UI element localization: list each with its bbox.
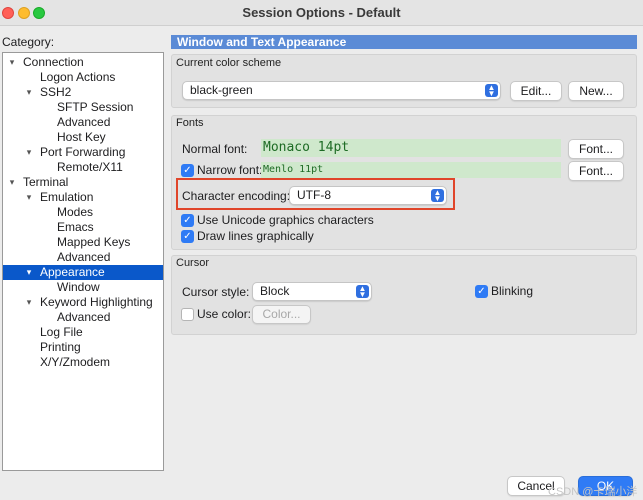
narrow-font-checkbox[interactable]: ✓ bbox=[181, 164, 194, 177]
tree-item-label: Log File bbox=[40, 325, 83, 339]
narrow-font-button[interactable]: Font... bbox=[568, 161, 624, 181]
cursor-group: Cursor Cursor style: Block ▲ ▼ ✓ Blinking… bbox=[171, 255, 637, 335]
tree-item[interactable]: Log File bbox=[3, 325, 163, 340]
window-title: Session Options - Default bbox=[242, 5, 401, 20]
tree-item-label: SFTP Session bbox=[57, 100, 134, 114]
tree-item[interactable]: Emacs bbox=[3, 220, 163, 235]
tree-item[interactable]: ▾ Keyword Highlighting bbox=[3, 295, 163, 310]
select-stepper-icon: ▲ ▼ bbox=[356, 285, 369, 299]
category-label: Category: bbox=[2, 35, 55, 49]
tree-item-label: X/Y/Zmodem bbox=[40, 355, 111, 369]
tree-item-label: Keyword Highlighting bbox=[40, 295, 153, 309]
tree-item[interactable]: Modes bbox=[3, 205, 163, 220]
tree-item[interactable]: Window bbox=[3, 280, 163, 295]
tree-item-label: Advanced bbox=[57, 115, 111, 129]
section-header: Window and Text Appearance bbox=[171, 35, 637, 49]
tree-item[interactable]: Advanced bbox=[3, 250, 163, 265]
tree-item-label: Logon Actions bbox=[40, 70, 116, 84]
tree-item-label: Printing bbox=[40, 340, 81, 354]
tree-item-label: Emulation bbox=[40, 190, 94, 204]
color-scheme-value: black-green bbox=[190, 83, 253, 97]
draw-lines-label: Draw lines graphically bbox=[197, 229, 314, 243]
chevron-down-icon[interactable]: ▾ bbox=[7, 175, 17, 190]
tree-item[interactable]: Mapped Keys bbox=[3, 235, 163, 250]
character-encoding-value: UTF-8 bbox=[297, 188, 331, 202]
close-window-button[interactable] bbox=[2, 7, 14, 19]
tree-item[interactable]: Printing bbox=[3, 340, 163, 355]
chevron-down-icon[interactable]: ▾ bbox=[24, 145, 34, 160]
new-scheme-button[interactable]: New... bbox=[568, 81, 624, 101]
cursor-style-value: Block bbox=[260, 284, 290, 298]
zoom-window-button[interactable] bbox=[33, 7, 45, 19]
tree-item[interactable]: ▾ Port Forwarding bbox=[3, 145, 163, 160]
narrow-font-field: Menlo 11pt bbox=[261, 162, 561, 178]
tree-item-label: SSH2 bbox=[40, 85, 72, 99]
unicode-graphics-label: Use Unicode graphics characters bbox=[197, 213, 374, 227]
chevron-down-icon[interactable]: ▾ bbox=[24, 295, 34, 310]
tree-item[interactable]: ▾ SSH2 bbox=[3, 85, 163, 100]
tree-item[interactable]: SFTP Session bbox=[3, 100, 163, 115]
category-tree[interactable]: ▾ Connection Logon Actions ▾ SSH2 SFTP Sessio… bbox=[2, 52, 164, 471]
tree-item-label: Modes bbox=[57, 205, 94, 219]
cursor-style-label: Cursor style: bbox=[182, 285, 250, 299]
normal-font-field: Monaco 14pt bbox=[261, 139, 561, 157]
color-scheme-select[interactable]: black-green ▲ ▼ bbox=[182, 81, 501, 100]
tree-item-label: Advanced bbox=[57, 250, 111, 264]
fonts-title: Fonts bbox=[176, 117, 204, 129]
tree-item-label: Appearance bbox=[40, 265, 105, 279]
blinking-label: Blinking bbox=[491, 284, 534, 298]
narrow-font-label: Narrow font: bbox=[197, 163, 263, 177]
cursor-title: Cursor bbox=[176, 257, 210, 269]
minimize-window-button[interactable] bbox=[18, 7, 30, 19]
tree-item-label: Mapped Keys bbox=[57, 235, 131, 249]
tree-item-label: Window bbox=[57, 280, 100, 294]
watermark: CSDN @卡瑞小洋 bbox=[548, 486, 638, 498]
fonts-group: Fonts Normal font: Monaco 14pt Font... ✓… bbox=[171, 115, 637, 250]
tree-item[interactable]: Advanced bbox=[3, 115, 163, 130]
character-encoding-label: Character encoding: bbox=[182, 189, 291, 203]
select-stepper-icon: ▲ ▼ bbox=[431, 189, 444, 203]
chevron-down-icon[interactable]: ▾ bbox=[24, 190, 34, 205]
tree-item[interactable]: ▾ Connection bbox=[3, 55, 163, 70]
normal-font-button[interactable]: Font... bbox=[568, 139, 624, 159]
tree-item[interactable]: Remote/X11 bbox=[3, 160, 163, 175]
tree-item[interactable]: X/Y/Zmodem bbox=[3, 355, 163, 370]
tree-item-label: Emacs bbox=[57, 220, 94, 234]
use-color-checkbox[interactable] bbox=[181, 308, 194, 321]
color-scheme-title: Current color scheme bbox=[176, 57, 282, 69]
title-bar: Session Options - Default bbox=[0, 0, 643, 26]
tree-item[interactable]: Host Key bbox=[3, 130, 163, 145]
tree-item-label: Terminal bbox=[23, 175, 69, 189]
character-encoding-select[interactable]: UTF-8 ▲ ▼ bbox=[289, 186, 447, 205]
chevron-down-icon[interactable]: ▾ bbox=[24, 265, 34, 280]
chevron-down-icon[interactable]: ▾ bbox=[24, 85, 34, 100]
color-scheme-group: Current color scheme black-green ▲ ▼ Edit… bbox=[171, 54, 637, 108]
blinking-checkbox[interactable]: ✓ bbox=[475, 285, 488, 298]
select-stepper-icon: ▲ ▼ bbox=[485, 84, 498, 98]
tree-item[interactable]: ▾ Terminal bbox=[3, 175, 163, 190]
tree-item-label: Connection bbox=[23, 55, 84, 69]
cursor-color-button[interactable]: Color... bbox=[252, 305, 311, 324]
cursor-style-select[interactable]: Block ▲ ▼ bbox=[252, 282, 372, 301]
tree-item[interactable]: Logon Actions bbox=[3, 70, 163, 85]
tree-item[interactable]: Advanced bbox=[3, 310, 163, 325]
tree-item[interactable]: ▾ Appearance bbox=[3, 265, 163, 280]
tree-item[interactable]: ▾ Emulation bbox=[3, 190, 163, 205]
chevron-down-icon[interactable]: ▾ bbox=[7, 55, 17, 70]
normal-font-label: Normal font: bbox=[182, 142, 248, 156]
use-color-label: Use color: bbox=[197, 307, 252, 321]
tree-item-label: Remote/X11 bbox=[57, 160, 123, 174]
unicode-graphics-checkbox[interactable]: ✓ bbox=[181, 214, 194, 227]
draw-lines-checkbox[interactable]: ✓ bbox=[181, 230, 194, 243]
tree-item-label: Advanced bbox=[57, 310, 111, 324]
session-options-window: Session Options - Default Category: ▾ Con… bbox=[0, 0, 643, 500]
tree-item-label: Port Forwarding bbox=[40, 145, 126, 159]
edit-scheme-button[interactable]: Edit... bbox=[510, 81, 562, 101]
tree-item-label: Host Key bbox=[57, 130, 106, 144]
